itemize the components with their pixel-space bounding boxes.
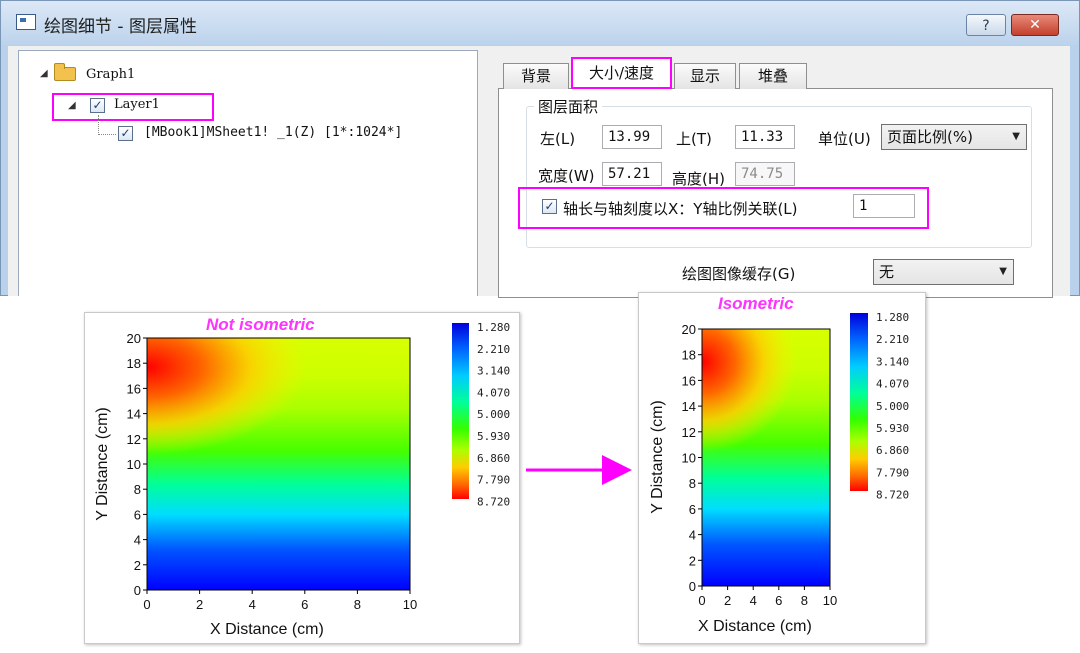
colorbar-label: 2.210 [876,333,909,346]
plot2-title: Isometric [718,294,794,313]
colorbar-label: 5.930 [876,422,909,435]
colorbar-label: 7.790 [477,474,510,487]
y-tick-label: 12 [682,425,696,440]
plot1-x-axis-title: X Distance (cm) [210,621,324,638]
x-tick-label: 0 [698,593,705,608]
colorbar-label: 8.720 [477,495,510,508]
colorbar-label: 4.070 [876,378,909,391]
colorbar [452,323,469,499]
x-tick-label: 6 [301,597,308,612]
y-tick-label: 14 [682,399,696,414]
x-tick-label: 10 [403,597,417,612]
x-tick-label: 6 [775,593,782,608]
y-tick-label: 8 [134,482,141,497]
x-tick-label: 4 [249,597,256,612]
colorbar-label: 5.000 [477,408,510,421]
colorbar-label: 5.930 [477,430,510,443]
y-tick-label: 6 [689,502,696,517]
colorbar-label: 1.280 [876,311,909,324]
x-tick-label: 10 [823,593,837,608]
colorbar-label: 4.070 [477,386,510,399]
colorbar-label: 6.860 [876,444,909,457]
heatmap-peak-region [702,329,830,586]
y-tick-label: 0 [134,583,141,598]
y-tick-label: 12 [127,432,141,447]
y-tick-label: 16 [682,373,696,388]
y-tick-label: 10 [682,451,696,466]
y-tick-label: 16 [127,381,141,396]
y-tick-label: 14 [127,407,141,422]
y-tick-label: 2 [689,553,696,568]
colorbar-label: 6.860 [477,452,510,465]
y-tick-label: 20 [682,322,696,337]
heatmap-1: 0 2 4 6 8 10 0 2 4 6 8 10 12 14 16 18 20 1.280 2.210 3.140 4… [127,321,511,612]
colorbar [850,313,868,491]
x-tick-label: 4 [750,593,757,608]
y-tick-label: 4 [134,533,141,548]
y-tick-label: 4 [689,528,696,543]
y-tick-label: 20 [127,331,141,346]
y-tick-label: 10 [127,457,141,472]
colorbar-label: 7.790 [876,466,909,479]
plot1-y-axis-title: Y Distance (cm) [94,407,111,521]
colorbar-label: 3.140 [477,365,510,378]
y-tick-label: 8 [689,476,696,491]
x-tick-label: 0 [143,597,150,612]
colorbar-label: 3.140 [876,355,909,368]
colorbar-label: 1.280 [477,321,510,334]
x-tick-label: 2 [196,597,203,612]
x-tick-label: 8 [354,597,361,612]
y-tick-label: 6 [134,507,141,522]
heatmap-2: 0 2 4 6 8 10 0 2 4 6 8 10 12 14 16 18 20 1.280 2.210 3.140 4… [682,311,910,608]
y-tick-label: 18 [127,356,141,371]
plot1-title: Not isometric [206,315,315,334]
colorbar-label: 5.000 [876,400,909,413]
colorbar-label: 2.210 [477,343,510,356]
colorbar-label: 8.720 [876,489,909,502]
charts-svg: 0 2 4 6 8 10024681012141618201.2802.2103.1404… [127,311,910,612]
heatmap-peak-region [147,338,410,590]
plot2-y-axis-title: Y Distance (cm) [649,400,666,514]
y-tick-label: 0 [689,579,696,594]
plot2-x-axis-title: X Distance (cm) [698,618,812,635]
y-tick-label: 18 [682,348,696,363]
x-tick-label: 8 [801,593,808,608]
y-tick-label: 2 [134,558,141,573]
x-tick-label: 2 [724,593,731,608]
